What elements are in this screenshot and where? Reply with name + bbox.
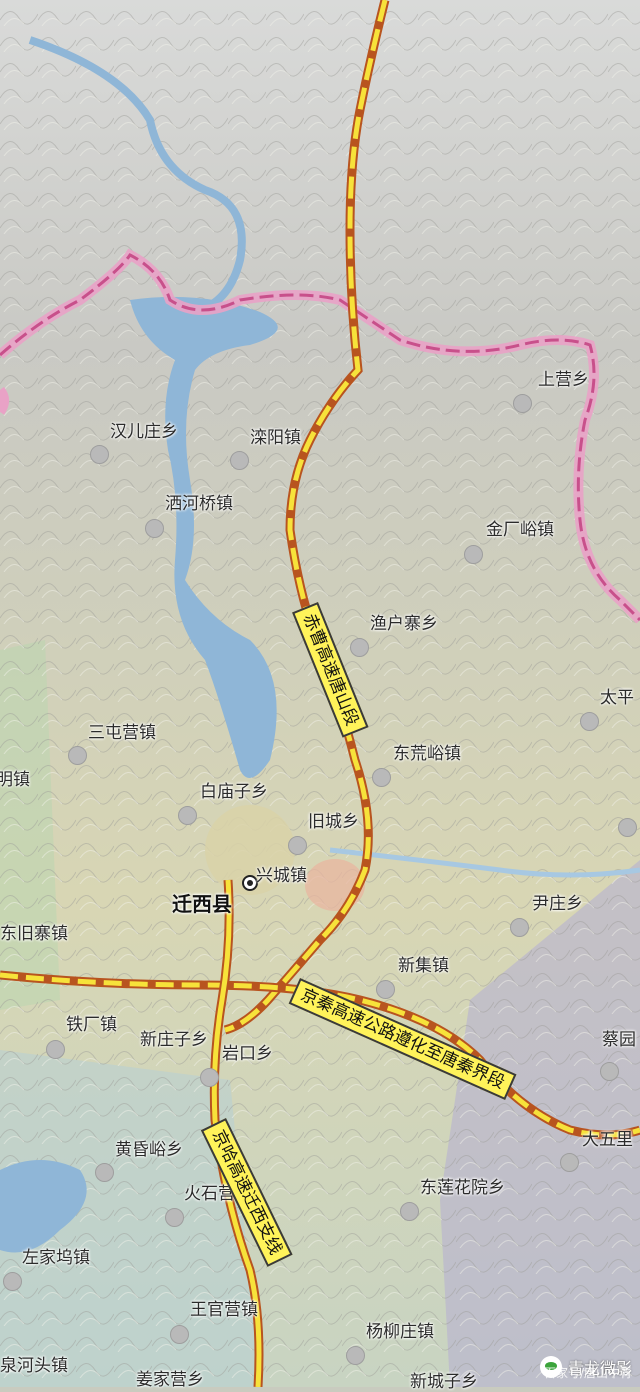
place-label-sahe: 洒河桥镇	[165, 494, 233, 514]
place-label-zuojiawu: 左家坞镇	[22, 1248, 90, 1268]
watermark: 青龙微影 百家号/唐山中青	[539, 1355, 632, 1380]
place-label-yinzhuang: 尹庄乡	[532, 894, 583, 914]
place-label-donghuangyu: 东荒峪镇	[393, 744, 461, 764]
place-dot-dawuli	[560, 1153, 579, 1172]
place-label-dawuli: 大五里	[582, 1130, 633, 1150]
place-dot-baimiaozi	[178, 806, 197, 825]
place-dot-santun	[68, 746, 87, 765]
place-label-luanyang: 滦阳镇	[250, 428, 301, 448]
place-label-mingzhen: 明镇	[0, 770, 30, 790]
topographic-map	[0, 0, 640, 1387]
place-label-shangying: 上营乡	[538, 370, 589, 390]
place-label-baimiaozi: 白庙子乡	[200, 782, 268, 802]
place-label-xinji: 新集镇	[398, 956, 449, 976]
place-dot-haner	[90, 445, 109, 464]
place-dot-xinji	[376, 980, 395, 999]
place-dot-donghuangyu	[372, 768, 391, 787]
place-dot-yinzhuang	[510, 918, 529, 937]
place-dot-east-edge	[618, 818, 637, 837]
place-dot-dongliangua	[400, 1202, 419, 1221]
place-dot-tiechang	[46, 1040, 65, 1059]
place-label-jiucheng: 旧城乡	[308, 812, 359, 832]
place-label-dongliangua: 东莲花院乡	[420, 1178, 505, 1198]
place-label-xincheng: 新城子乡	[410, 1372, 478, 1392]
place-label-quanhetou: 泉河头镇	[0, 1356, 68, 1376]
place-label-yankou: 岩口乡	[222, 1044, 273, 1064]
place-label-xinzhuangzi: 新庄子乡	[140, 1030, 208, 1050]
place-dot-huanghunyu	[95, 1163, 114, 1182]
place-dot-yuhuzhai	[350, 638, 369, 657]
place-label-jinchangyu: 金厂峪镇	[486, 520, 554, 540]
place-label-santun: 三屯营镇	[88, 723, 156, 743]
place-label-taiping: 太平	[600, 688, 634, 708]
boundary-west	[0, 386, 9, 415]
place-dot-yangliuzhuang	[346, 1346, 365, 1365]
place-label-xingcheng: 兴城镇	[256, 866, 307, 886]
place-dot-yankou	[200, 1068, 219, 1087]
place-label-caiyuan: 蔡园	[602, 1030, 636, 1050]
place-dot-zuojiawu	[3, 1272, 22, 1291]
place-dot-caiyuan	[600, 1062, 619, 1081]
place-dot-huoshiying	[165, 1208, 184, 1227]
place-label-huanghunyu: 黄昏峪乡	[115, 1140, 183, 1160]
place-label-yuhuzhai: 渔户寨乡	[370, 614, 438, 634]
hill-shading	[0, 0, 640, 1387]
place-label-jiangjiaying: 姜家营乡	[136, 1370, 204, 1390]
place-label-dongjiuzhai: 东旧寨镇	[0, 924, 68, 944]
place-label-haner: 汉儿庄乡	[110, 422, 178, 442]
place-label-tiechang: 铁厂镇	[66, 1015, 117, 1035]
place-dot-luanyang	[230, 451, 249, 470]
place-dot-taiping	[580, 712, 599, 731]
place-dot-jiucheng	[288, 836, 307, 855]
place-label-wangguanying: 王官营镇	[190, 1300, 258, 1320]
county-label: 迁西县	[172, 892, 232, 916]
place-dot-shangying	[513, 394, 532, 413]
place-dot-jinchangyu	[464, 545, 483, 564]
place-dot-wangguanying	[170, 1325, 189, 1344]
place-dot-sahe	[145, 519, 164, 538]
watermark-source: 百家号/唐山中青	[543, 1366, 632, 1380]
place-label-yangliuzhuang: 杨柳庄镇	[366, 1322, 434, 1342]
